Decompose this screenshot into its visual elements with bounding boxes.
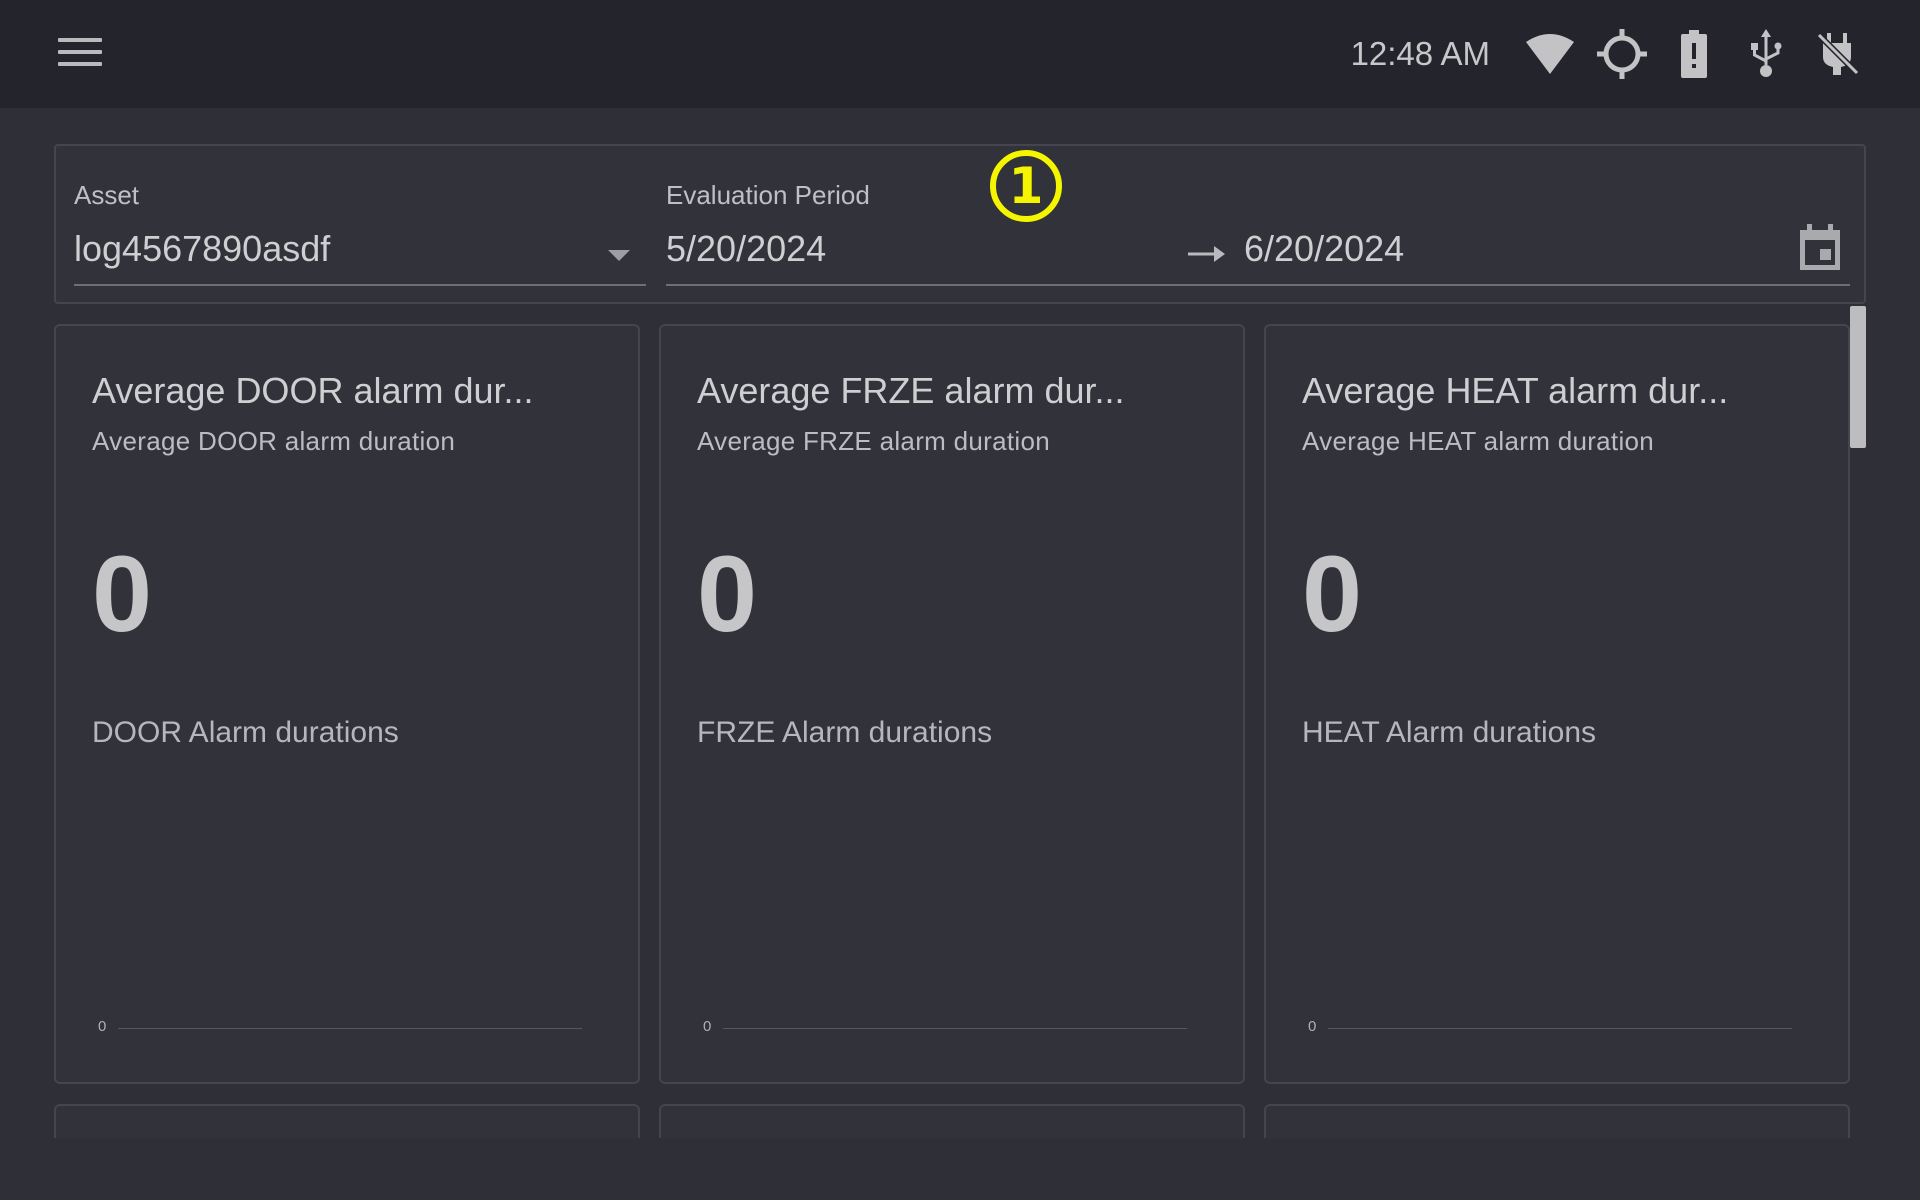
clock-time: 12:48 AM xyxy=(1350,35,1490,72)
kpi-card-heat: Average HEAT alarm dur... Average HEAT a… xyxy=(1264,324,1850,1084)
card-title: Average DOOR alarm dur... xyxy=(92,370,534,411)
chart-axis-tick-label: 0 xyxy=(703,1018,712,1035)
asset-label: Asset xyxy=(74,180,140,210)
asset-select-value[interactable]: log4567890asdf xyxy=(74,228,330,270)
card-value: 0 xyxy=(697,533,758,654)
asset-field-underline xyxy=(74,284,646,286)
chevron-down-icon[interactable] xyxy=(608,250,630,261)
card-value: 0 xyxy=(1302,533,1363,654)
kpi-card-frze: Average FRZE alarm dur... Average FRZE a… xyxy=(659,324,1245,1084)
usb-icon xyxy=(1738,26,1794,82)
end-date-input[interactable]: 6/20/2024 xyxy=(1244,228,1404,270)
card-title: Average FRZE alarm dur... xyxy=(697,370,1125,411)
annotation-marker-1: 1 xyxy=(990,150,1062,222)
calendar-icon[interactable] xyxy=(1798,224,1842,277)
chart-axis-line xyxy=(1328,1028,1792,1029)
card-subtitle: Average HEAT alarm duration xyxy=(1302,426,1655,456)
power-off-icon xyxy=(1810,26,1866,82)
card-description: DOOR Alarm durations xyxy=(92,716,399,749)
card-subtitle: Average DOOR alarm duration xyxy=(92,426,456,456)
evaluation-period-label: Evaluation Period xyxy=(666,180,870,210)
arrow-right-icon xyxy=(1188,244,1226,269)
card-value: 0 xyxy=(92,533,153,654)
filter-panel: Asset log4567890asdf Evaluation Period 5… xyxy=(54,144,1866,304)
status-bar: 12:48 AM xyxy=(1351,0,1920,108)
top-app-bar: 12:48 AM xyxy=(0,0,1920,108)
card-subtitle: Average FRZE alarm duration xyxy=(697,426,1050,456)
hamburger-menu-icon[interactable] xyxy=(56,34,104,74)
card-description: FRZE Alarm durations xyxy=(697,716,993,749)
chart-axis-line xyxy=(118,1028,582,1029)
battery-alert-icon xyxy=(1666,26,1722,82)
card-title: Average HEAT alarm dur... xyxy=(1302,370,1729,411)
wifi-icon xyxy=(1522,26,1578,82)
chart-axis-tick-label: 0 xyxy=(98,1018,107,1035)
card-description: HEAT Alarm durations xyxy=(1302,716,1597,749)
chart-axis-tick-label: 0 xyxy=(1308,1018,1317,1035)
period-field-underline xyxy=(666,284,1850,286)
scrollbar-thumb[interactable] xyxy=(1850,306,1866,448)
start-date-input[interactable]: 5/20/2024 xyxy=(666,228,826,270)
viewport-bottom xyxy=(0,1138,1920,1200)
chart-axis-line xyxy=(723,1028,1187,1029)
kpi-card-door: Average DOOR alarm dur... Average DOOR a… xyxy=(54,324,640,1084)
gps-icon xyxy=(1594,26,1650,82)
